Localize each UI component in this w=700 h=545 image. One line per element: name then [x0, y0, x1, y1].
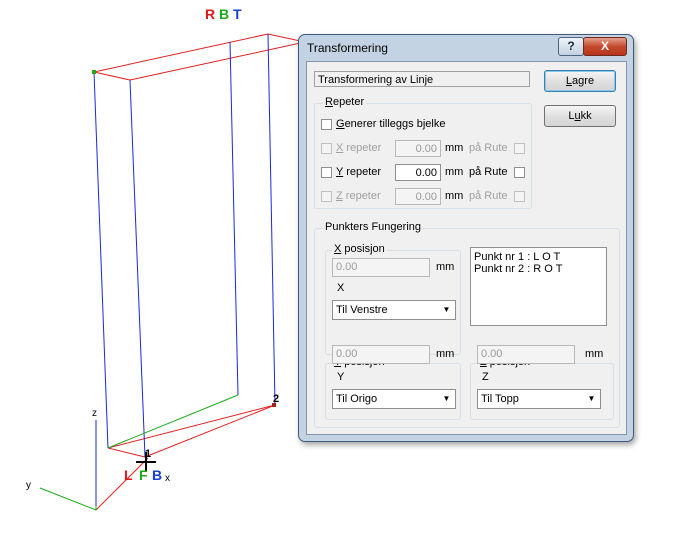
dialog-titlebar[interactable]: Transformering ? X: [299, 35, 633, 59]
extra-beam-checkbox[interactable]: [321, 119, 332, 130]
bottom-label-f: F: [139, 467, 148, 483]
y-align-select[interactable]: Til Origo ▼: [332, 389, 456, 409]
list-item[interactable]: Punkt nr 2 : R O T: [474, 263, 603, 275]
save-button[interactable]: Lagre: [544, 70, 616, 92]
x-repeat-label: X repeter: [336, 142, 382, 154]
node-1-label: 1: [145, 448, 152, 460]
z-repeat-unit: mm: [445, 190, 464, 202]
y-repeat-grid-label: på Rute: [469, 166, 508, 178]
z-repeat-grid-checkbox[interactable]: [514, 191, 525, 202]
z-position-unit: mm: [585, 348, 604, 360]
points-group-title: Punkters Fungering: [323, 221, 423, 233]
y-axis-label: Y: [337, 371, 345, 383]
z-repeat-label: Z repeter: [336, 190, 381, 202]
x-repeat-grid-label: på Rute: [469, 142, 508, 154]
x-position-title: X posisjon: [332, 243, 387, 255]
node-2-label: 2: [273, 393, 280, 405]
y-repeat-grid-checkbox[interactable]: [514, 167, 525, 178]
x-align-select[interactable]: Til Venstre ▼: [332, 300, 456, 320]
help-button[interactable]: ?: [558, 37, 584, 56]
top-label-b: B: [219, 6, 230, 22]
bottom-label-l: L: [124, 467, 133, 483]
x-repeat-unit: mm: [445, 142, 464, 154]
chevron-down-icon: ▼: [442, 305, 451, 314]
z-repeat-checkbox[interactable]: [321, 191, 332, 202]
y-repeat-label: Y repeter: [336, 166, 382, 178]
y-position-input[interactable]: 0.00: [332, 345, 430, 364]
close-button[interactable]: Lukk: [544, 105, 616, 127]
window-close-button[interactable]: X: [583, 37, 627, 56]
repeat-group-title: Repeter: [323, 96, 367, 108]
y-repeat-checkbox[interactable]: [321, 167, 332, 178]
axis-z-label: z: [92, 408, 97, 419]
dialog-title: Transformering: [307, 41, 388, 55]
points-listbox[interactable]: Punkt nr 1 : L O T Punkt nr 2 : R O T: [470, 247, 607, 326]
extra-beam-label: Generer tilleggs bjelke: [336, 118, 446, 130]
axis-y-label: y: [26, 480, 31, 491]
x-axis-label: X: [337, 282, 345, 294]
z-axis-label: Z: [482, 371, 489, 383]
bottom-label-b: B: [152, 467, 163, 483]
z-align-select[interactable]: Til Topp ▼: [477, 389, 601, 409]
z-position-input[interactable]: 0.00: [477, 345, 575, 364]
x-position-input[interactable]: 0.00: [332, 258, 430, 277]
z-repeat-grid-label: på Rute: [469, 190, 508, 202]
top-label-t: T: [233, 6, 242, 22]
dialog-client: Transformering av Linje Lagre Lukk Repet…: [306, 61, 627, 435]
z-repeat-input[interactable]: 0.00: [395, 188, 441, 205]
description-field: Transformering av Linje: [314, 71, 530, 87]
close-icon: X: [600, 39, 609, 53]
x-repeat-grid-checkbox[interactable]: [514, 143, 525, 154]
list-item[interactable]: Punkt nr 1 : L O T: [474, 251, 603, 263]
y-repeat-unit: mm: [445, 166, 464, 178]
axis-x-label: x: [165, 473, 170, 484]
top-label-r: R: [205, 6, 216, 22]
x-position-unit: mm: [436, 261, 455, 273]
x-repeat-input[interactable]: 0.00: [395, 140, 441, 157]
help-icon: ?: [567, 39, 575, 53]
chevron-down-icon: ▼: [442, 394, 451, 403]
y-position-unit: mm: [436, 348, 455, 360]
transform-dialog: Transformering ? X Transformering av Lin…: [298, 34, 634, 442]
chevron-down-icon: ▼: [587, 394, 596, 403]
y-repeat-input[interactable]: 0.00: [395, 164, 441, 181]
x-repeat-checkbox[interactable]: [321, 143, 332, 154]
